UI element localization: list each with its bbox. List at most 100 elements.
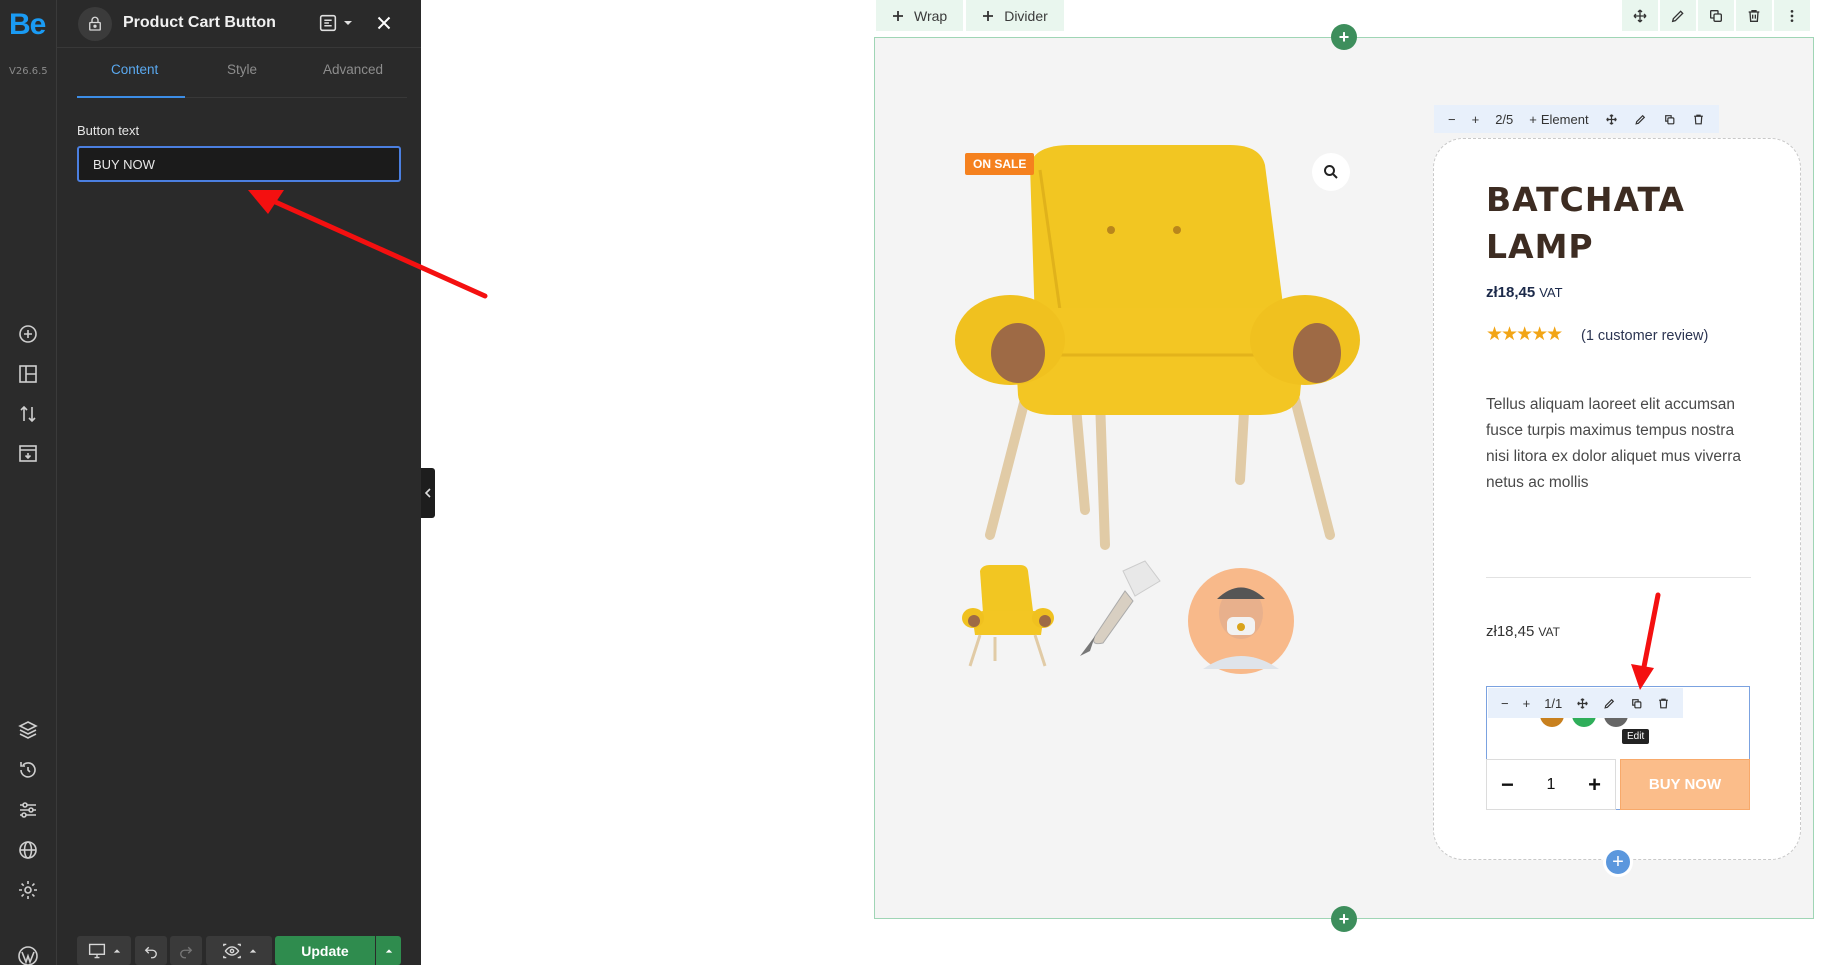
trash-icon[interactable] [1736, 0, 1772, 31]
edit-icon[interactable] [1660, 0, 1696, 31]
quantity-increase-button[interactable]: + [1588, 772, 1601, 798]
plus-icon [982, 10, 994, 22]
tab-content[interactable]: Content [111, 62, 158, 77]
device-preview-button[interactable] [77, 936, 131, 965]
thumbnail-chair[interactable] [962, 565, 1054, 667]
add-section-bottom-button[interactable]: + [1331, 906, 1357, 932]
redo-button[interactable] [170, 936, 202, 965]
chevron-left-icon [424, 488, 432, 498]
close-icon[interactable] [373, 12, 395, 34]
active-tab-indicator [77, 96, 185, 98]
layers-icon[interactable] [16, 718, 40, 742]
price-value: zł18,45 [1486, 623, 1535, 640]
duplicate-icon[interactable] [1698, 0, 1734, 31]
gear-icon[interactable] [16, 878, 40, 902]
thumbnail-person[interactable] [1188, 568, 1294, 674]
buy-now-button[interactable]: BUY NOW [1620, 759, 1750, 810]
wordpress-icon[interactable] [16, 944, 40, 965]
quantity-value[interactable]: 1 [1547, 776, 1556, 794]
add-section-top-button[interactable]: + [1331, 24, 1357, 50]
add-element-button[interactable]: + Element [1521, 105, 1596, 133]
move-icon[interactable] [1622, 0, 1658, 31]
undo-icon [142, 942, 160, 960]
templates-icon[interactable] [16, 442, 40, 466]
price-value: zł18,45 [1486, 284, 1536, 301]
tab-advanced[interactable]: Advanced [323, 62, 383, 77]
version-label: V26.6.5 [9, 66, 48, 77]
plus-icon: + [1529, 111, 1537, 127]
caret-down-icon [343, 18, 353, 28]
panel-header: Product Cart Button [57, 0, 421, 48]
update-button[interactable]: Update [275, 936, 375, 965]
product-price: zł18,45 VAT [1486, 284, 1563, 301]
element-label: Element [1540, 111, 1589, 127]
collapse-panel-handle[interactable] [421, 468, 435, 518]
sort-icon[interactable] [16, 402, 40, 426]
builder-logo[interactable]: Be [9, 8, 46, 42]
more-vertical-icon[interactable] [1774, 0, 1810, 31]
review-link[interactable]: (1 customer review) [1581, 328, 1708, 344]
globe-icon[interactable] [16, 838, 40, 862]
trash-icon[interactable] [1650, 688, 1677, 718]
element-increase-button[interactable]: + [1516, 688, 1538, 718]
quantity-decrease-button[interactable]: − [1501, 772, 1514, 798]
thumbnail-brush[interactable] [1080, 560, 1161, 656]
vat-label: VAT [1539, 285, 1563, 300]
section-actions [1622, 0, 1810, 31]
switch-element-icon [317, 12, 339, 34]
section-toolbar: Wrap Divider [876, 0, 1064, 31]
column-decrease-button[interactable]: − [1440, 105, 1464, 133]
add-divider-button[interactable]: Divider [966, 0, 1064, 31]
product-title: BATCHATA LAMP [1486, 180, 1685, 266]
desktop-icon [87, 942, 107, 960]
panel-title: Product Cart Button [123, 14, 276, 31]
edit-icon[interactable] [1626, 105, 1655, 133]
trash-icon[interactable] [1684, 105, 1713, 133]
rating-stars: ★★★★★ [1486, 323, 1563, 345]
preview-button[interactable] [206, 936, 272, 965]
zoom-icon[interactable] [1312, 153, 1350, 191]
button-text-input[interactable] [77, 146, 401, 182]
tab-style[interactable]: Style [227, 62, 257, 77]
duplicate-icon[interactable] [1655, 105, 1684, 133]
product-price-secondary: zł18,45 VAT [1486, 623, 1560, 640]
cart-lock-icon [78, 7, 112, 41]
update-options-button[interactable] [376, 936, 401, 965]
element-size-label: 1/1 [1544, 695, 1563, 711]
undo-button[interactable] [135, 936, 167, 965]
caret-up-icon [249, 947, 257, 955]
settings-panel: Product Cart Button Content Style Advanc… [57, 0, 421, 965]
caret-up-icon [385, 947, 393, 955]
element-switch[interactable] [317, 12, 353, 34]
layout-icon[interactable] [16, 362, 40, 386]
product-main-image[interactable] [940, 140, 1380, 564]
quantity-stepper[interactable]: − 1 + [1486, 759, 1616, 810]
settings-sliders-icon[interactable] [16, 798, 40, 822]
panel-tabs: Content Style Advanced [77, 48, 407, 98]
edit-icon[interactable] [1596, 688, 1623, 718]
plus-icon [892, 10, 904, 22]
move-icon[interactable] [1569, 688, 1596, 718]
add-element-below-button[interactable]: + [1603, 847, 1633, 877]
move-icon[interactable] [1597, 105, 1626, 133]
history-icon[interactable] [16, 758, 40, 782]
wrap-label: Wrap [914, 7, 948, 24]
add-wrap-button[interactable]: Wrap [876, 0, 964, 31]
column-increase-button[interactable]: + [1464, 105, 1488, 133]
redo-icon [177, 942, 195, 960]
divider-line [1486, 577, 1751, 578]
vat-label: VAT [1538, 625, 1560, 639]
edit-tooltip: Edit [1622, 729, 1650, 744]
duplicate-icon[interactable] [1623, 688, 1650, 718]
column-toolbar: − + 2/5 + Element [1434, 105, 1719, 133]
panel-footer: Update [57, 936, 421, 965]
divider-label: Divider [1004, 7, 1048, 24]
gallery-thumbnails [945, 551, 1325, 695]
caret-up-icon [113, 947, 121, 955]
element-decrease-button[interactable]: − [1494, 688, 1516, 718]
product-description: Tellus aliquam laoreet elit accumsan fus… [1486, 396, 1741, 491]
add-element-icon[interactable] [16, 322, 40, 346]
on-sale-badge: ON SALE [965, 153, 1035, 175]
button-text-label: Button text [77, 123, 140, 138]
column-size-label: 2/5 [1495, 111, 1514, 127]
